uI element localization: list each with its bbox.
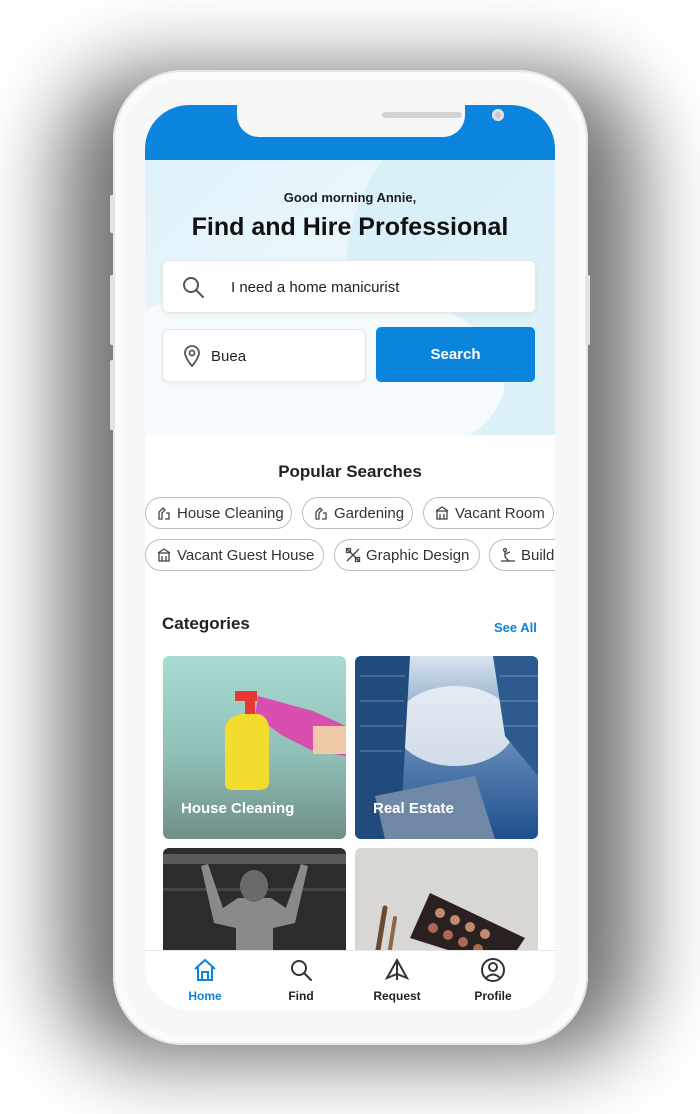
page-title: Find and Hire Professional xyxy=(191,213,509,241)
chip-house-cleaning[interactable]: House Cleaning xyxy=(145,497,292,529)
bottom-navigation: Home Find Request Profile xyxy=(145,950,555,1010)
home-icon xyxy=(194,958,216,981)
nav-profile[interactable]: Profile xyxy=(448,957,538,1003)
location-field[interactable] xyxy=(162,329,366,382)
chip-build[interactable]: Build xyxy=(489,539,555,571)
nav-label: Request xyxy=(373,989,421,1003)
category-card-real-estate[interactable]: Real Estate xyxy=(355,656,538,839)
chip-gardening[interactable]: Gardening xyxy=(302,497,413,529)
nav-label: Profile xyxy=(474,989,512,1003)
building-icon xyxy=(157,548,171,562)
phone-volume-up xyxy=(110,275,115,345)
chip-label: Gardening xyxy=(334,504,405,522)
search-input[interactable] xyxy=(231,273,521,301)
location-pin-icon xyxy=(184,345,200,367)
app-screen: Good morning Annie, Find and Hire Profes… xyxy=(145,105,555,1010)
front-camera xyxy=(492,109,504,121)
chip-vacant-guest-house[interactable]: Vacant Guest House xyxy=(145,539,324,571)
category-card-house-cleaning[interactable]: House Cleaning xyxy=(163,656,346,839)
phone-notch xyxy=(237,105,504,137)
chip-label: Build xyxy=(521,546,555,564)
chip-label: Vacant Guest House xyxy=(177,546,315,564)
greeting-text: Good morning Annie, xyxy=(283,190,417,205)
chip-label: Graphic Design xyxy=(366,546,470,564)
popular-searches-title: Popular Searches xyxy=(278,462,422,481)
design-icon xyxy=(345,547,361,563)
cleaning-icon xyxy=(158,507,170,520)
search-field[interactable] xyxy=(162,260,536,313)
categories-title: Categories xyxy=(162,614,250,633)
phone-power-button xyxy=(585,275,590,345)
category-label: Real Estate xyxy=(373,800,454,817)
see-all-link[interactable]: See All xyxy=(494,620,537,635)
nav-find[interactable]: Find xyxy=(256,957,346,1003)
chip-label: House Cleaning xyxy=(177,504,284,522)
gardening-icon xyxy=(315,507,327,520)
location-input[interactable] xyxy=(211,342,351,370)
category-label: House Cleaning xyxy=(181,800,295,817)
speaker-grille xyxy=(382,112,462,118)
phone-volume-down xyxy=(110,360,115,430)
construction-icon xyxy=(501,547,515,562)
phone-side-button xyxy=(110,195,115,233)
request-icon xyxy=(384,957,410,980)
nav-label: Find xyxy=(288,989,314,1003)
nav-label: Home xyxy=(188,989,222,1003)
profile-icon xyxy=(481,958,505,982)
chip-label: Vacant Room xyxy=(455,504,545,522)
nav-home[interactable]: Home xyxy=(160,957,250,1003)
search-icon xyxy=(183,277,204,298)
building-icon xyxy=(435,506,449,520)
nav-request[interactable]: Request xyxy=(352,957,442,1003)
chip-graphic-design[interactable]: Graphic Design xyxy=(334,539,480,571)
chip-vacant-room[interactable]: Vacant Room xyxy=(423,497,554,529)
search-icon xyxy=(291,960,312,981)
search-button[interactable]: Search xyxy=(376,327,535,382)
